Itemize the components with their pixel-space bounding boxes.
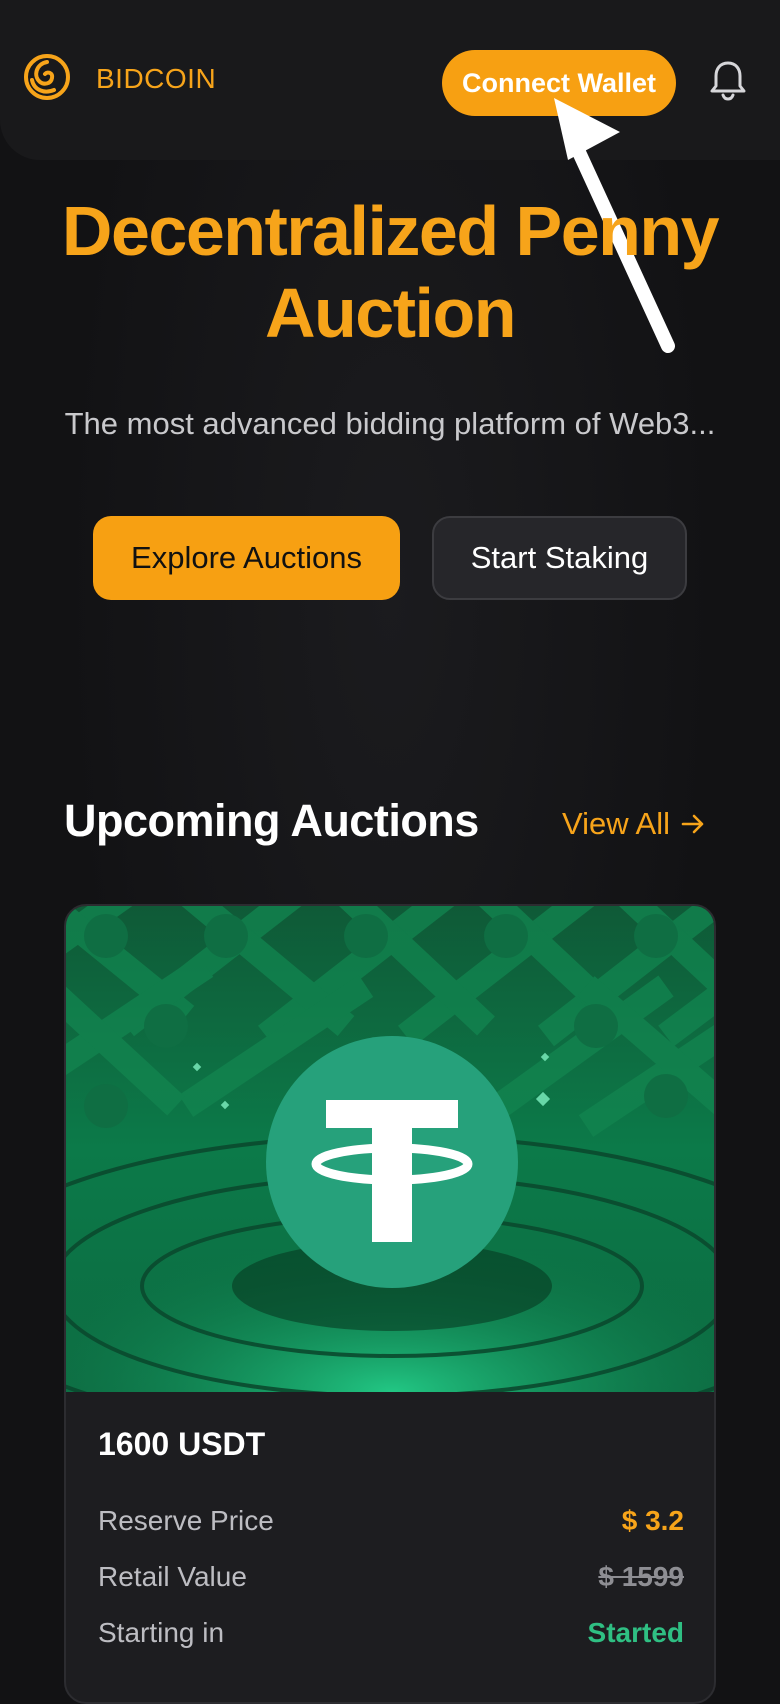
- hero-title-line1: Decentralized Penny: [61, 192, 720, 270]
- reserve-price-row: Reserve Price $ 3.2: [98, 1493, 684, 1549]
- retail-value-label: Retail Value: [98, 1561, 247, 1592]
- view-all-link[interactable]: View All: [562, 806, 706, 842]
- hero-subtitle: The most advanced bidding platform of We…: [64, 406, 716, 441]
- start-staking-button[interactable]: Start Staking: [432, 516, 687, 600]
- connect-wallet-button[interactable]: Connect Wallet: [442, 50, 676, 116]
- auction-image: [66, 906, 714, 1392]
- bell-icon[interactable]: [708, 58, 748, 102]
- auction-title: 1600 USDT: [98, 1426, 266, 1462]
- view-all-label: View All: [562, 806, 670, 841]
- retail-value-row: Retail Value $ 1599: [98, 1549, 684, 1605]
- auction-card-body: 1600 USDT Reserve Price $ 3.2 Retail Val…: [98, 1426, 684, 1661]
- explore-auctions-button[interactable]: Explore Auctions: [93, 516, 400, 600]
- bidcoin-logo-icon[interactable]: [24, 54, 70, 100]
- reserve-price-label: Reserve Price: [98, 1505, 274, 1536]
- brand-name[interactable]: BIDCOIN: [96, 63, 216, 95]
- auction-card[interactable]: 1600 USDT Reserve Price $ 3.2 Retail Val…: [64, 904, 716, 1704]
- status-badge: Started: [587, 1617, 684, 1648]
- arrow-right-icon: [681, 814, 704, 834]
- hero-title-line2: Auction: [264, 274, 517, 352]
- hero-title: Decentralized Penny Auction: [0, 190, 780, 354]
- starting-in-label: Starting in: [98, 1617, 225, 1648]
- top-header: BIDCOIN Connect Wallet: [0, 0, 780, 160]
- reserve-price-value: $ 3.2: [621, 1505, 684, 1536]
- retail-value-value: $ 1599: [598, 1561, 684, 1592]
- starting-in-row: Starting in Started: [98, 1605, 684, 1661]
- section-title: Upcoming Auctions: [64, 795, 479, 846]
